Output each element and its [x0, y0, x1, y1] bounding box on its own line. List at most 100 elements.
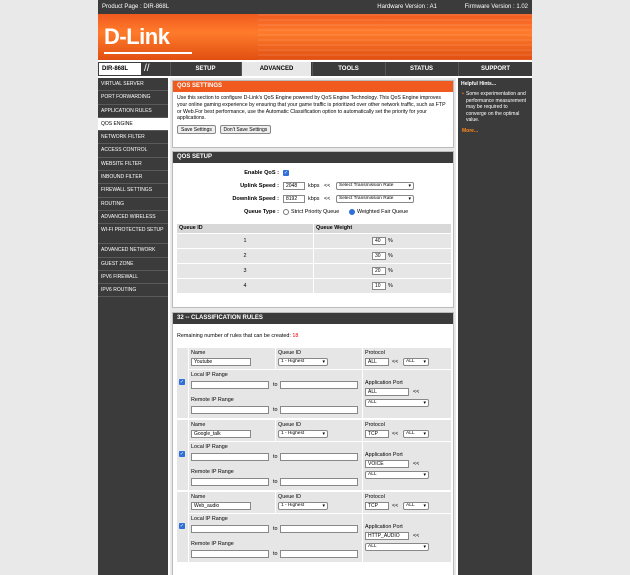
sidebar-item-inbound-filter[interactable]: INBOUND FILTER [98, 171, 168, 185]
product-page-link[interactable]: Product Page : DIR-868L [102, 0, 169, 14]
queue-id-cell: 3 [177, 264, 313, 278]
sidebar-item-ipv6-firewall[interactable]: IPV6 FIREWALL [98, 271, 168, 285]
rule-protocol-select[interactable]: ALL [403, 358, 429, 366]
hints-title: Helpful Hints... [461, 81, 496, 87]
uplink-speed-input[interactable]: 2048 [283, 182, 305, 190]
rule-local-ip-label: Local IP Range [191, 516, 228, 522]
classification-rules-section: 32 -- CLASSIFICATION RULES Remaining num… [172, 312, 454, 575]
top-info-bar: Product Page : DIR-868L Hardware Version… [98, 0, 532, 14]
main-content: QOS SETTINGS Use this section to configu… [170, 78, 456, 575]
downlink-rate-select[interactable]: Select Transmission Rate [336, 195, 414, 203]
rule-protocol-select[interactable]: ALL [403, 502, 429, 510]
sidebar-item-application-rules[interactable]: APPLICATION RULES [98, 105, 168, 118]
remaining-rules-label: Remaining number of rules that can be cr… [177, 333, 298, 339]
helpful-hints-panel: Helpful Hints... Some experimentation an… [458, 78, 532, 575]
tab-advanced[interactable]: ADVANCED [241, 62, 311, 76]
percent-sign: % [388, 238, 393, 244]
rule-protocol-select[interactable]: ALL [403, 430, 429, 438]
rule-remote-ip-to: to [273, 407, 278, 413]
dont-save-settings-button[interactable]: Don't Save Settings [219, 125, 272, 135]
rule-local-ip-start[interactable] [191, 525, 269, 533]
hints-more-link[interactable]: More... [458, 124, 532, 134]
tab-support[interactable]: SUPPORT [458, 62, 532, 76]
queue-weight-input[interactable]: 30 [372, 252, 386, 260]
rule-remote-ip-end[interactable] [280, 406, 358, 414]
queue-weight-input[interactable]: 20 [372, 267, 386, 275]
rule-remote-ip-start[interactable] [191, 550, 269, 558]
rule-app-port-arrow: << [413, 461, 420, 467]
model-slash-decoration: // [144, 63, 150, 74]
rule-name-input[interactable]: Youtube [191, 358, 251, 366]
classification-rule-1: ✓ Name Youtube Queue ID 1 - Highest Prot… [177, 348, 451, 418]
downlink-speed-input[interactable]: 8192 [283, 195, 305, 203]
save-settings-button[interactable]: Save Settings [177, 125, 216, 135]
rule-remote-ip-start[interactable] [191, 478, 269, 486]
rule-app-port-label: Application Port [365, 524, 403, 530]
queue-weight-input[interactable]: 10 [372, 282, 386, 290]
rule-remote-ip-to: to [273, 479, 278, 485]
tab-tools[interactable]: TOOLS [312, 62, 384, 76]
rule-app-port-arrow: << [413, 389, 420, 395]
rule-app-port-select[interactable]: ALL [365, 399, 429, 407]
tab-status[interactable]: STATUS [385, 62, 457, 76]
rule-enable-checkbox[interactable]: ✓ [179, 451, 185, 457]
rule-app-port-label: Application Port [365, 452, 403, 458]
uplink-arrow: << [324, 183, 331, 189]
strict-priority-radio[interactable] [283, 209, 289, 215]
rule-app-port-input[interactable]: HTTP_AUDIO [365, 532, 409, 540]
rule-local-ip-end[interactable] [280, 453, 358, 461]
qos-setup-section: QOS SETUP Enable QoS : ✓ Uplink Speed : … [172, 151, 454, 308]
rule-remote-ip-start[interactable] [191, 406, 269, 414]
sidebar-item-port-forwarding[interactable]: PORT FORWARDING [98, 91, 168, 105]
rule-protocol-input[interactable]: TCP [365, 502, 389, 510]
sidebar-item-advanced-network[interactable]: ADVANCED NETWORK [98, 244, 168, 258]
rule-local-ip-end[interactable] [280, 525, 358, 533]
qos-settings-section: QOS SETTINGS Use this section to configu… [172, 80, 454, 148]
rule-local-ip-end[interactable] [280, 381, 358, 389]
queue-weight-input[interactable]: 40 [372, 237, 386, 245]
rule-enable-checkbox[interactable]: ✓ [179, 379, 185, 385]
tab-setup[interactable]: SETUP [170, 62, 240, 76]
rule-queue-label: Queue ID [278, 350, 302, 356]
classification-rule-3: ✓ Name Web_audio Queue ID 1 - Highest Pr… [177, 492, 451, 562]
rule-queue-select[interactable]: 1 - Highest [278, 430, 328, 438]
weighted-fair-radio[interactable] [349, 209, 355, 215]
sidebar-item-wifi-protected-setup[interactable]: WI-FI PROTECTED SETUP [98, 224, 168, 245]
sidebar-item-access-control[interactable]: ACCESS CONTROL [98, 144, 168, 158]
sidebar-item-virtual-server[interactable]: VIRTUAL SERVER [98, 78, 168, 92]
sidebar-item-advanced-wireless[interactable]: ADVANCED WIRELESS [98, 211, 168, 225]
rule-remote-ip-end[interactable] [280, 550, 358, 558]
rule-local-ip-to: to [273, 454, 278, 460]
rule-protocol-input[interactable]: TCP [365, 430, 389, 438]
rule-queue-select[interactable]: 1 - Highest [278, 502, 328, 510]
rule-queue-select[interactable]: 1 - Highest [278, 358, 328, 366]
rule-name-input[interactable]: Google_talk [191, 430, 251, 438]
rule-app-port-select[interactable]: ALL [365, 543, 429, 551]
sidebar-item-ipv6-routing[interactable]: IPV6 ROUTING [98, 284, 168, 298]
sidebar-item-qos-engine[interactable]: QOS ENGINE [98, 117, 168, 132]
rule-name-input[interactable]: Web_audio [191, 502, 251, 510]
rule-remote-ip-label: Remote IP Range [191, 397, 234, 403]
rule-protocol-label: Protocol [365, 494, 385, 500]
rule-app-port-input[interactable]: VOICE [365, 460, 409, 468]
uplink-rate-select[interactable]: Select Transmission Rate [336, 182, 414, 190]
rule-local-ip-start[interactable] [191, 381, 269, 389]
dlink-logo: D-Link [104, 24, 170, 49]
rule-enable-checkbox[interactable]: ✓ [179, 523, 185, 529]
rule-protocol-input[interactable]: ALL [365, 358, 389, 366]
enable-qos-checkbox[interactable]: ✓ [283, 170, 289, 176]
rule-app-port-input[interactable]: ALL [365, 388, 409, 396]
sidebar-item-firewall-settings[interactable]: FIREWALL SETTINGS [98, 184, 168, 198]
rule-protocol-arrow: << [392, 431, 399, 437]
sidebar-item-network-filter[interactable]: NETWORK FILTER [98, 131, 168, 145]
sidebar-item-routing[interactable]: ROUTING [98, 198, 168, 211]
rule-protocol-label: Protocol [365, 422, 385, 428]
rule-remote-ip-end[interactable] [280, 478, 358, 486]
rule-local-ip-start[interactable] [191, 453, 269, 461]
queue-id-cell: 4 [177, 279, 313, 293]
sidebar-item-guest-zone[interactable]: GUEST ZONE [98, 258, 168, 271]
rule-remote-ip-label: Remote IP Range [191, 469, 234, 475]
rule-app-port-select[interactable]: ALL [365, 471, 429, 479]
sidebar-item-website-filter[interactable]: WEBSITE FILTER [98, 158, 168, 172]
queue-id-header: Queue ID [177, 224, 313, 233]
